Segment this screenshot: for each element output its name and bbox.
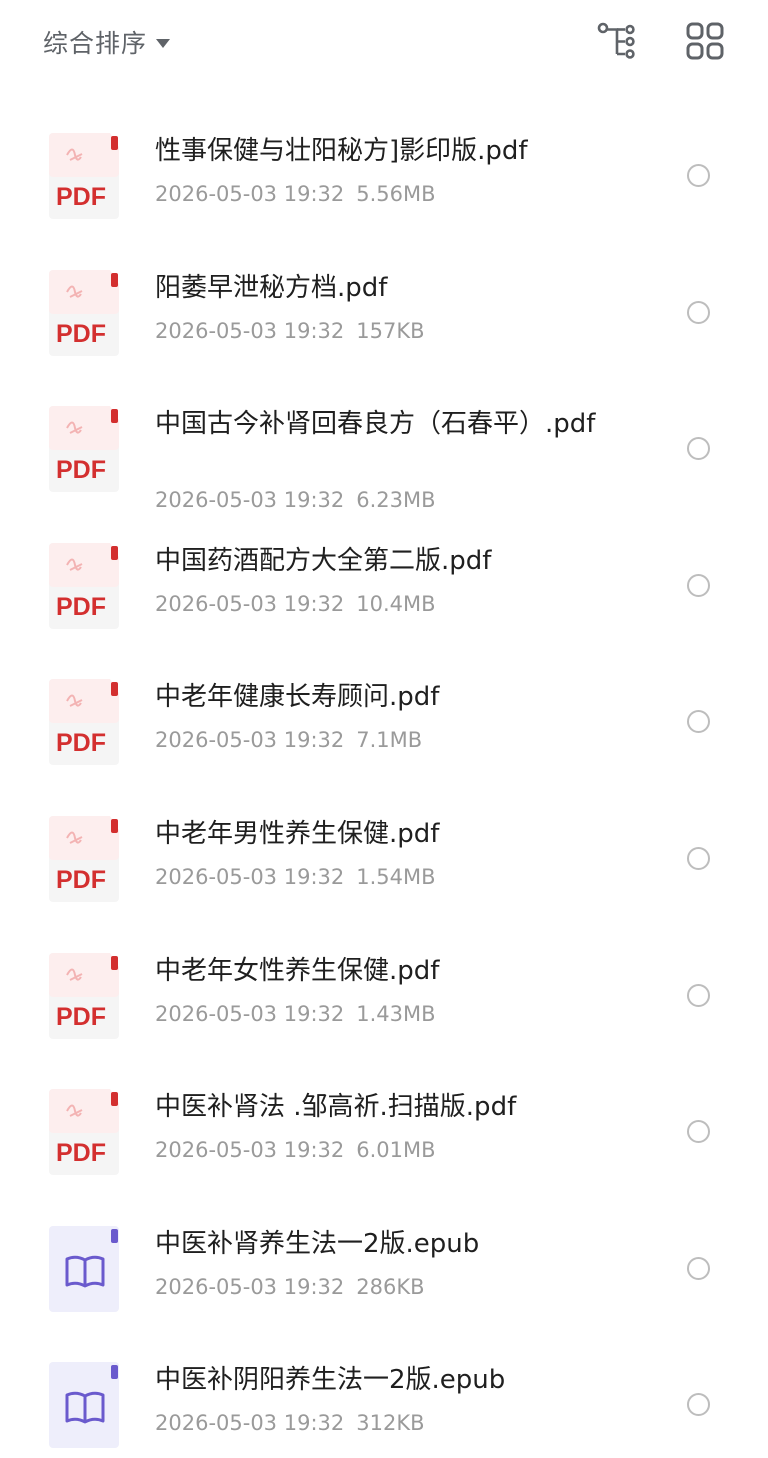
select-radio[interactable] bbox=[687, 983, 710, 1007]
file-date: 2026-05-03 19:32 bbox=[155, 1411, 345, 1436]
file-date: 2026-05-03 19:32 bbox=[155, 182, 345, 206]
file-date: 2026-05-03 19:32 bbox=[155, 318, 345, 343]
file-size: 5.56MB bbox=[356, 182, 436, 206]
file-size: 1.54MB bbox=[356, 864, 436, 889]
select-radio[interactable] bbox=[687, 710, 710, 734]
tree-view-icon[interactable] bbox=[596, 20, 640, 64]
select-radio[interactable] bbox=[687, 1120, 710, 1144]
pdf-file-icon: PDF bbox=[48, 405, 122, 493]
file-row[interactable]: PDF 中医补肾法 .邹高祈.扫描版.pdf 2026-05-03 19:32 6.… bbox=[0, 1064, 768, 1201]
pdf-file-icon: PDF bbox=[48, 815, 122, 903]
file-name: 中老年女性养生保健.pdf bbox=[155, 955, 440, 986]
file-date: 2026-05-03 19:32 bbox=[155, 1274, 345, 1299]
file-size: 312KB bbox=[356, 1411, 425, 1436]
pdf-label: PDF bbox=[56, 1139, 106, 1167]
select-radio[interactable] bbox=[687, 573, 710, 597]
file-meta: 2026-05-03 19:32 1.43MB bbox=[155, 1002, 436, 1026]
toolbar: 综合排序 bbox=[0, 0, 768, 84]
file-list: PDF 性事保健与壮阳秘方]影印版.pdf 2026-05-03 19:32 5.5… bbox=[0, 108, 768, 1458]
file-name: 中国古今补肾回春良方（石春平）.pdf bbox=[155, 409, 596, 440]
file-meta: 2026-05-03 19:32 312KB bbox=[155, 1411, 425, 1435]
file-date: 2026-05-03 19:32 bbox=[155, 488, 345, 513]
select-radio[interactable] bbox=[687, 300, 710, 324]
epub-book-icon bbox=[48, 1361, 122, 1449]
select-radio[interactable] bbox=[687, 164, 710, 187]
file-name: 中老年男性养生保健.pdf bbox=[155, 818, 440, 849]
select-radio[interactable] bbox=[687, 1393, 710, 1417]
file-name: 中医补肾法 .邹高祈.扫描版.pdf bbox=[155, 1092, 517, 1123]
file-size: 6.01MB bbox=[356, 1138, 436, 1163]
file-date: 2026-05-03 19:32 bbox=[155, 728, 345, 753]
file-size: 157KB bbox=[356, 318, 425, 343]
pdf-file-icon: PDF bbox=[48, 678, 122, 766]
file-meta: 2026-05-03 19:32 1.54MB bbox=[155, 865, 436, 889]
pdf-file-icon: PDF bbox=[48, 1088, 122, 1176]
file-row[interactable]: 中医补肾养生法一2版.epub 2026-05-03 19:32 286KB bbox=[0, 1201, 768, 1338]
file-meta: 2026-05-03 19:32 286KB bbox=[155, 1275, 425, 1299]
file-meta: 2026-05-03 19:32 6.23MB bbox=[155, 488, 436, 512]
file-row[interactable]: PDF 中国药酒配方大全第二版.pdf 2026-05-03 19:32 10.4M… bbox=[0, 518, 768, 655]
select-radio[interactable] bbox=[687, 437, 710, 461]
file-name: 性事保健与壮阳秘方]影印版.pdf bbox=[155, 136, 528, 166]
file-name: 中老年健康长寿顾问.pdf bbox=[155, 682, 440, 713]
pdf-label: PDF bbox=[56, 456, 106, 484]
pdf-label: PDF bbox=[56, 1003, 106, 1031]
pdf-file-icon: PDF bbox=[48, 542, 122, 630]
pdf-file-icon: PDF bbox=[48, 132, 122, 220]
file-date: 2026-05-03 19:32 bbox=[155, 1138, 345, 1163]
pdf-label: PDF bbox=[56, 866, 106, 894]
sort-dropdown[interactable]: 综合排序 bbox=[43, 24, 171, 60]
file-size: 10.4MB bbox=[356, 591, 436, 616]
file-date: 2026-05-03 19:32 bbox=[155, 591, 345, 616]
select-radio[interactable] bbox=[687, 846, 710, 870]
select-radio[interactable] bbox=[687, 1256, 710, 1280]
file-size: 286KB bbox=[356, 1274, 425, 1299]
file-meta: 2026-05-03 19:32 10.4MB bbox=[155, 592, 436, 616]
file-size: 6.23MB bbox=[356, 488, 436, 513]
file-row[interactable]: PDF 中国古今补肾回春良方（石春平）.pdf 2026-05-03 19:32 6… bbox=[0, 381, 768, 518]
file-row[interactable]: PDF 阳萎早泄秘方档.pdf 2026-05-03 19:32 157KB bbox=[0, 245, 768, 382]
pdf-label: PDF bbox=[56, 183, 106, 211]
file-name: 阳萎早泄秘方档.pdf bbox=[155, 272, 388, 303]
file-meta: 2026-05-03 19:32 157KB bbox=[155, 319, 425, 343]
pdf-file-icon: PDF bbox=[48, 269, 122, 357]
file-name: 中医补肾养生法一2版.epub bbox=[155, 1228, 480, 1259]
grid-view-icon[interactable] bbox=[684, 20, 728, 64]
file-date: 2026-05-03 19:32 bbox=[155, 864, 345, 889]
pdf-label: PDF bbox=[56, 593, 106, 621]
pdf-file-icon: PDF bbox=[48, 952, 122, 1040]
pdf-label: PDF bbox=[56, 729, 106, 757]
file-row[interactable]: PDF 中老年健康长寿顾问.pdf 2026-05-03 19:32 7.1MB bbox=[0, 654, 768, 791]
file-list-screen: 综合排序 PDF 性事保健与壮阳秘方]影印版.pdf 2026-05-03 19… bbox=[0, 0, 768, 1458]
file-row[interactable]: PDF 中老年女性养生保健.pdf 2026-05-03 19:32 1.43MB bbox=[0, 928, 768, 1065]
file-meta: 2026-05-03 19:32 5.56MB bbox=[155, 182, 436, 206]
file-row[interactable]: PDF 中老年男性养生保健.pdf 2026-05-03 19:32 1.54MB bbox=[0, 791, 768, 928]
file-date: 2026-05-03 19:32 bbox=[155, 1001, 345, 1026]
file-meta: 2026-05-03 19:32 6.01MB bbox=[155, 1138, 436, 1162]
pdf-label: PDF bbox=[56, 320, 106, 348]
epub-book-icon bbox=[48, 1225, 122, 1313]
file-row[interactable]: 中医补阴阳养生法一2版.epub 2026-05-03 19:32 312KB bbox=[0, 1337, 768, 1458]
file-meta: 2026-05-03 19:32 7.1MB bbox=[155, 728, 422, 752]
file-size: 7.1MB bbox=[356, 728, 423, 753]
file-size: 1.43MB bbox=[356, 1001, 436, 1026]
file-name: 中医补阴阳养生法一2版.epub bbox=[155, 1365, 506, 1396]
sort-label: 综合排序 bbox=[43, 29, 148, 58]
file-name: 中国药酒配方大全第二版.pdf bbox=[155, 545, 492, 576]
caret-down-icon bbox=[156, 38, 171, 48]
file-row[interactable]: PDF 性事保健与壮阳秘方]影印版.pdf 2026-05-03 19:32 5.5… bbox=[0, 108, 768, 245]
